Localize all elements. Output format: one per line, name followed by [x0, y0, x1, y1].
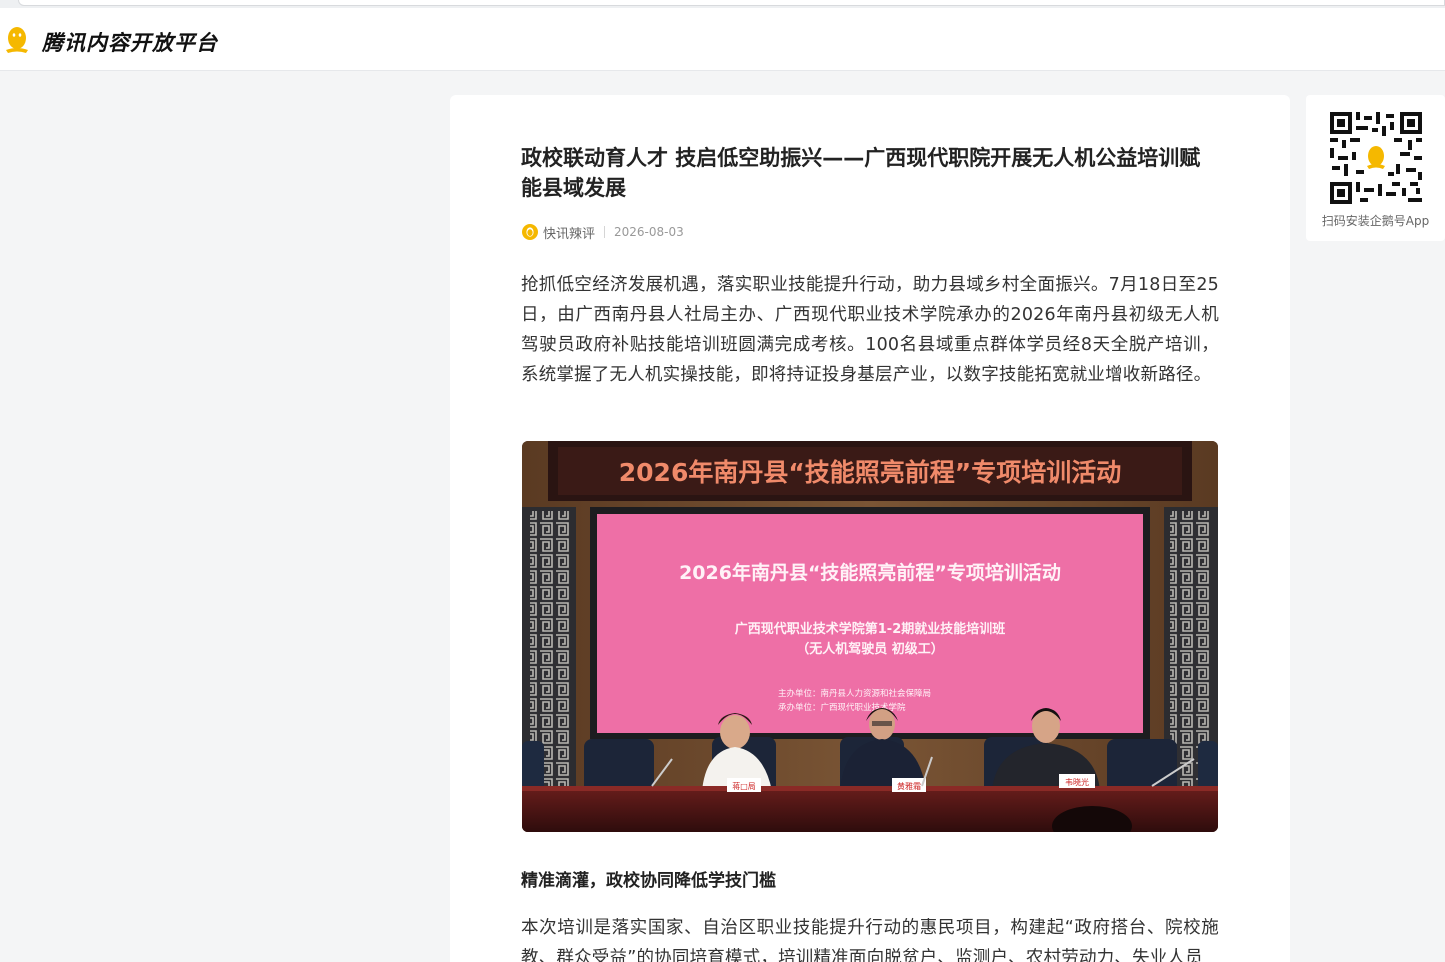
qr-card[interactable]: 扫码安装企鹅号App	[1306, 95, 1445, 241]
article-subheading: 精准滴灌，政校协同降低学技门槛	[521, 871, 776, 891]
qr-code-icon[interactable]	[1330, 112, 1422, 204]
nameplate-3: 韦晓光	[1065, 777, 1089, 787]
meta-divider	[604, 226, 606, 238]
nameplate-2: 黄雅霜	[897, 781, 921, 791]
penguin-logo-icon[interactable]	[4, 26, 30, 54]
site-header: 腾讯内容开放平台	[0, 8, 1445, 71]
source-avatar-icon	[522, 224, 538, 240]
table-edge	[522, 786, 1218, 791]
nameplate-1: 蒋□局	[732, 781, 756, 791]
article-card: 政校联动育人才 技启低空助振兴——广西现代职院开展无人机公益培训赋能县域发展 快…	[450, 95, 1290, 962]
article-paragraph-1: 抢抓低空经济发展机遇，落实职业技能提升行动，助力县域乡村全面振兴。7月18日至2…	[521, 275, 1219, 385]
article-paragraph-2: 本次培训是落实国家、自治区职业技能提升行动的惠民项目，构建起“政府搭台、院校施教…	[521, 918, 1219, 962]
browser-tab-edge	[18, 0, 1445, 6]
article-title: 政校联动育人才 技启低空助振兴——广西现代职院开展无人机公益培训赋能县域发展	[521, 146, 1201, 200]
brand-title[interactable]: 腾讯内容开放平台	[42, 27, 218, 57]
photo-scene: 2026年南丹县“技能照亮前程”专项培训活动 2026年南丹县“技能照亮前程”专…	[522, 441, 1218, 832]
screen-title: 2026年南丹县“技能照亮前程”专项培训活动	[679, 561, 1061, 584]
screen-org-1: 主办单位：南丹县人力资源和社会保障局	[778, 688, 931, 699]
article-meta: 快讯辣评 2026-08-03	[522, 223, 684, 242]
browser-tab-strip	[0, 0, 1445, 8]
banner-text: 2026年南丹县“技能照亮前程”专项培训活动	[619, 458, 1121, 487]
screen-line-1: 广西现代职业技术学院第1-2期就业技能培训班	[735, 621, 1006, 637]
screen-line-2: （无人机驾驶员 初级工）	[796, 641, 944, 657]
publish-date: 2026-08-03	[614, 225, 684, 239]
source-name[interactable]: 快讯辣评	[543, 223, 595, 242]
article-photo[interactable]: 2026年南丹县“技能照亮前程”专项培训活动 2026年南丹县“技能照亮前程”专…	[522, 441, 1218, 832]
qr-caption: 扫码安装企鹅号App	[1321, 214, 1430, 228]
